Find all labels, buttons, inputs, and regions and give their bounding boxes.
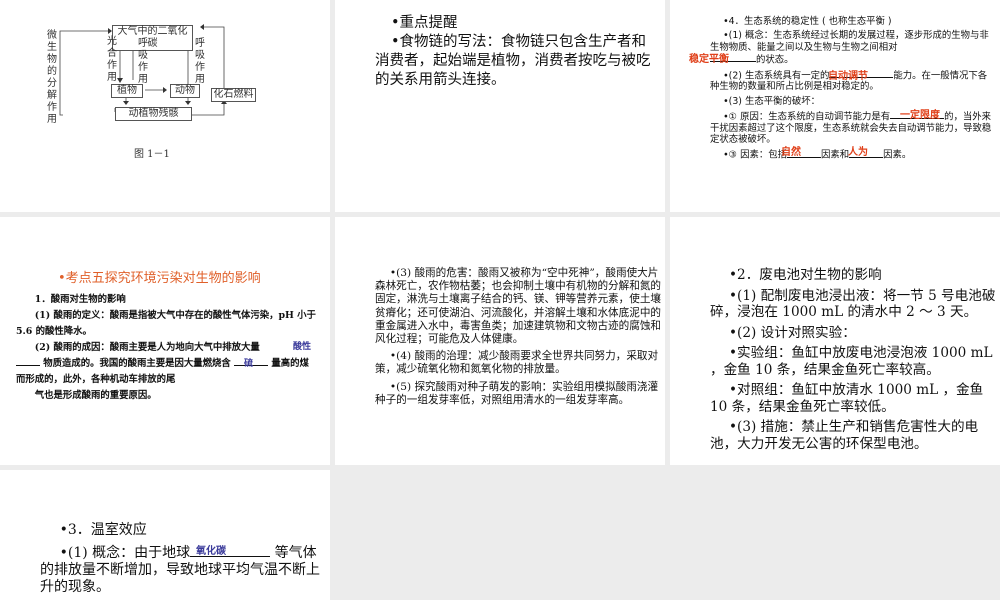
answer-self-regulation: 自动调节 — [828, 71, 868, 82]
heading: •2．废电池对生物的影响 — [729, 267, 882, 283]
slide-thumbnail-5[interactable]: •(3) 酸雨的危害：酸雨又被称为“空中死神”，酸雨使大片森林死亡，农作物枯萎；… — [335, 217, 665, 465]
text: •(2) 设计对照实验： — [729, 324, 856, 341]
answer-human: 人为 — [848, 147, 868, 158]
slide-title: •考点五探究环境污染对生物的影响 — [58, 271, 261, 286]
text: •(3) 酸雨的危害：酸雨又被称为“空中死神”，酸雨使大片森林死亡，农作物枯萎；… — [375, 267, 662, 346]
text: 气也是形成酸雨的重要原因。 — [34, 390, 157, 401]
text: •(5) 探究酸雨对种子萌发的影响：实验组用模拟酸雨浇灌种子的一组发芽率低，对照… — [375, 380, 659, 406]
figure-caption: 图 1－1 — [134, 149, 170, 160]
text: •实验组：鱼缸中放废电池浸泡液 1000 mL ，金鱼 10 条，结果金鱼死亡率… — [710, 345, 993, 378]
plant-box: 植物 — [111, 84, 143, 98]
heading: •3．温室效应 — [59, 522, 147, 538]
answer-acidic: 酸性 — [293, 342, 312, 352]
answer-sulfur: 硫 — [244, 359, 254, 369]
text: (1) 酸雨的定义：酸雨是指被大气中存在的酸性气体污染，pH 小于 5.6 的酸… — [16, 310, 316, 337]
answer-natural: 自然 — [781, 147, 801, 158]
slide-thumbnail-7[interactable]: •3．温室效应 •(1) 概念：由于地球 等气体的排放量不断增加，导致地球平均气… — [0, 470, 330, 600]
text: •(1) 配制废电池浸出液：将一节 5 号电池破碎，浸泡在 1000 mL 的清… — [710, 287, 996, 321]
text: •(2) 生态系统具有一定的 — [723, 69, 830, 81]
slide-thumbnail-1[interactable]: 大气中的二氧化碳 植物 动物 化石燃料 动植物残骸 微生物的分解作用 光合作用 … — [0, 0, 330, 212]
text: •(1) 概念：生态系统经过长期的发展过程，逐步形成的生物与非生物物质、能量之间… — [710, 30, 989, 53]
text: •(1) 概念：由于地球 — [59, 545, 191, 561]
slide-thumbnail-2[interactable]: •重点提醒 •食物链的写法：食物链只包含生产者和消费者，起始端是植物，消费者按吃… — [335, 0, 665, 212]
answer-co2: 氧化碳 — [196, 546, 226, 557]
co2-box: 大气中的二氧化碳 — [112, 25, 193, 51]
text: (2) 酸雨的成因：酸雨主要是人为地向大气中排放大量 — [34, 342, 260, 353]
key-reminder: •重点提醒 — [390, 15, 458, 31]
slide-thumbnail-6[interactable]: •2．废电池对生物的影响 •(1) 配制废电池浸出液：将一节 5 号电池破碎，浸… — [670, 217, 1000, 465]
text: 物质造成的。我国的酸雨主要是因大量燃烧含 — [43, 358, 231, 369]
text: •(3) 措施：禁止生产和销售危害性大的电池，大力开发无公害的环保型电池。 — [710, 419, 979, 452]
food-chain-text: •食物链的写法：食物链只包含生产者和消费者，起始端是植物，消费者按吃与被吃的关系… — [375, 34, 651, 88]
microbe-label: 微生物的分解作用 — [47, 30, 57, 125]
text: •对照组：鱼缸中放清水 1000 mL ，金鱼 10 条，结果金鱼死亡率较低。 — [710, 382, 984, 415]
fossil-box: 化石燃料 — [211, 88, 256, 102]
text: •① 原因：生态系统的自动调节能力是有 — [723, 111, 891, 123]
photosynthesis-label: 光合作用 — [107, 36, 117, 83]
slide-thumbnail-3[interactable]: •4．生态系统的稳定性 ( 也称生态平衡 ) •(1) 概念：生态系统经过长期的… — [670, 0, 1000, 212]
remains-box: 动植物残骸 — [115, 107, 192, 121]
text: 因素。 — [883, 149, 912, 161]
text: •(3) 生态平衡的破坏： — [723, 95, 820, 107]
respiration-label-1: 呼吸作用 — [138, 38, 148, 85]
text: 因素和 — [820, 149, 850, 161]
text: •(4) 酸雨的治理：减少酸雨要求全世界共同努力，采取对策，减少硫氧化物和氮氧化… — [375, 350, 659, 376]
animal-box: 动物 — [170, 84, 200, 98]
answer-stable-balance: 稳定平衡 — [689, 54, 729, 65]
slide-thumbnail-4[interactable]: •考点五探究环境污染对生物的影响 1．酸雨对生物的影响 (1) 酸雨的定义：酸雨… — [0, 217, 330, 465]
text: 的状态。 — [756, 54, 794, 66]
text: •③ 因素：包括 — [723, 149, 787, 161]
heading: •4．生态系统的稳定性 ( 也称生态平衡 ) — [723, 16, 892, 27]
heading: 1．酸雨对生物的影响 — [34, 294, 126, 305]
respiration-label-2: 呼吸作用 — [195, 38, 205, 85]
answer-limit: 一定限度 — [900, 110, 940, 121]
